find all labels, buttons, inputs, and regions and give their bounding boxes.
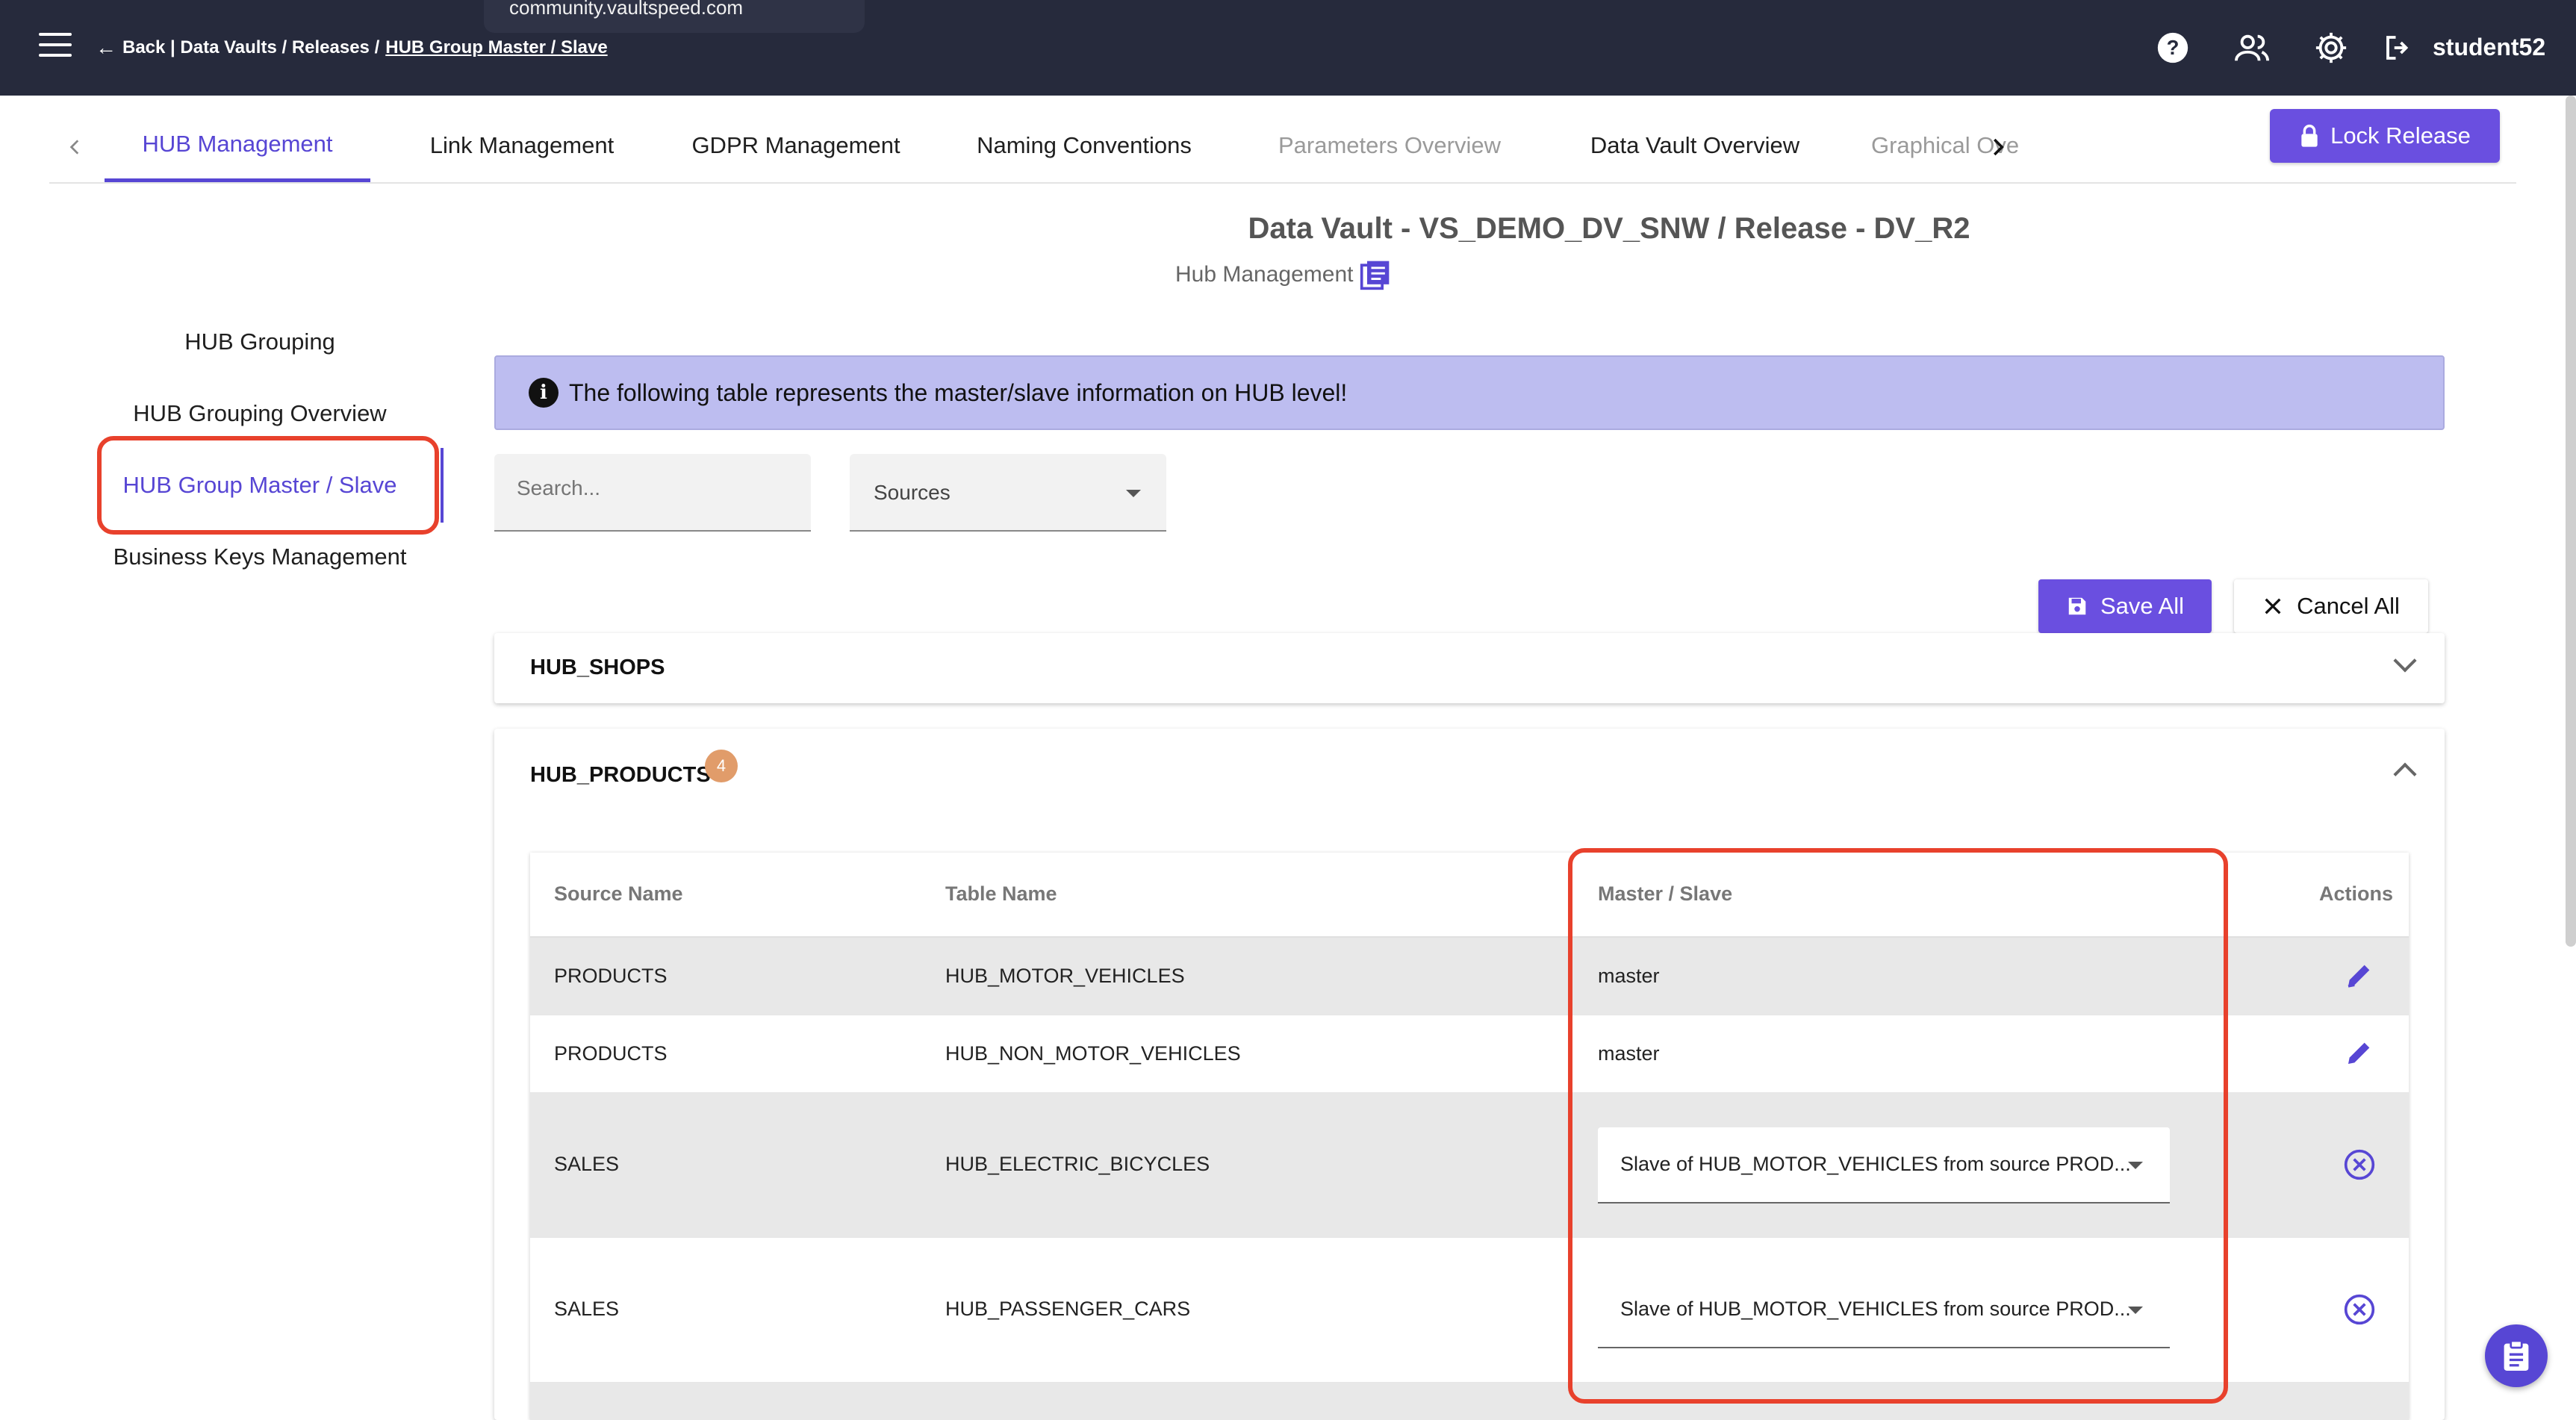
panel-hub-shops[interactable]: HUB_SHOPS bbox=[494, 633, 2445, 703]
page-subtitle: Hub Management bbox=[1175, 258, 1392, 291]
cancel-circle-icon[interactable] bbox=[2340, 1290, 2379, 1329]
tab-scroll-right-icon[interactable] bbox=[1979, 128, 2016, 166]
settings-icon[interactable] bbox=[2312, 28, 2351, 67]
lock-icon bbox=[2301, 124, 2318, 147]
page-title: Data Vault - VS_DEMO_DV_SNW / Release - … bbox=[1248, 212, 1970, 245]
chevron-down-icon[interactable] bbox=[2393, 649, 2417, 673]
caret-down-icon bbox=[2128, 1307, 2143, 1314]
save-icon bbox=[2068, 597, 2086, 615]
tab-naming-conventions[interactable]: Naming Conventions bbox=[942, 109, 1226, 182]
logout-icon[interactable] bbox=[2379, 28, 2418, 67]
help-icon[interactable]: ? bbox=[2153, 28, 2192, 67]
table-row: SALES HUB_PASSENGER_CARS Slave of HUB_MO… bbox=[530, 1238, 2409, 1383]
info-banner-text: The following table represents the maste… bbox=[569, 379, 1348, 406]
master-slave-select-value: Slave of HUB_MOTOR_VEHICLES from source … bbox=[1620, 1153, 2131, 1175]
save-all-label: Save All bbox=[2100, 593, 2184, 619]
top-bar: ← Back | Data Vaults / Releases / HUB Gr… bbox=[0, 0, 2576, 96]
cancel-all-label: Cancel All bbox=[2297, 593, 2400, 619]
cancel-circle-icon[interactable] bbox=[2340, 1145, 2379, 1184]
cell-master-slave: master bbox=[1598, 1042, 1660, 1065]
table-row: SALES HUB_ELECTRIC_BICYCLES Slave of HUB… bbox=[530, 1093, 2409, 1238]
breadcrumb-current[interactable]: HUB Group Master / Slave bbox=[385, 37, 607, 58]
master-slave-select-value: Slave of HUB_MOTOR_VEHICLES from source … bbox=[1620, 1298, 2131, 1320]
cell-table-name: HUB_PASSENGER_CARS bbox=[945, 1298, 1191, 1320]
tab-parameters-overview[interactable]: Parameters Overview bbox=[1238, 109, 1541, 182]
search-field bbox=[494, 454, 811, 532]
info-banner: i The following table represents the mas… bbox=[494, 355, 2445, 430]
column-header-table-name[interactable]: Table Name bbox=[945, 882, 1057, 906]
lock-release-label: Lock Release bbox=[2330, 122, 2471, 149]
cell-master-slave: master bbox=[1598, 965, 1660, 987]
edit-icon[interactable] bbox=[2340, 956, 2379, 994]
info-icon: i bbox=[529, 378, 559, 408]
side-nav-hub-grouping[interactable]: HUB Grouping bbox=[88, 328, 432, 355]
panel-title-hub-products[interactable]: HUB_PRODUCTS bbox=[530, 763, 711, 788]
lock-release-button[interactable]: Lock Release bbox=[2270, 109, 2500, 163]
table-row: PRODUCTS HUB_NON_MOTOR_VEHICLES master bbox=[530, 1015, 2409, 1093]
table-header: Source Name Table Name Master / Slave Ac… bbox=[530, 853, 2409, 938]
master-slave-select[interactable]: Slave of HUB_MOTOR_VEHICLES from source … bbox=[1598, 1127, 2170, 1203]
page-scrollbar[interactable] bbox=[2566, 96, 2576, 947]
username[interactable]: student52 bbox=[2433, 34, 2545, 61]
edit-icon[interactable] bbox=[2340, 1033, 2379, 1072]
breadcrumb-back-link[interactable]: Back | Data Vaults / Releases / bbox=[122, 37, 379, 58]
cell-table-name: HUB_MOTOR_VEHICLES bbox=[945, 965, 1185, 987]
tab-data-vault-overview[interactable]: Data Vault Overview bbox=[1558, 109, 1832, 182]
chevron-up-icon[interactable] bbox=[2393, 762, 2417, 786]
count-badge: 4 bbox=[705, 750, 738, 782]
column-header-actions: Actions bbox=[2319, 882, 2394, 905]
caret-down-icon bbox=[1126, 490, 1141, 497]
save-all-button[interactable]: Save All bbox=[2038, 579, 2212, 633]
tab-hub-management[interactable]: HUB Management bbox=[105, 109, 370, 182]
side-nav-business-keys-management[interactable]: Business Keys Management bbox=[88, 544, 432, 570]
search-input[interactable] bbox=[517, 476, 788, 500]
sources-select-label: Sources bbox=[874, 481, 951, 504]
panel-title-hub-shops: HUB_SHOPS bbox=[530, 655, 665, 679]
back-arrow-icon[interactable]: ← bbox=[96, 36, 116, 60]
master-slave-table: Source Name Table Name Master / Slave Ac… bbox=[530, 853, 2409, 1420]
url-tooltip: community.vaultspeed.com bbox=[484, 0, 865, 33]
cell-table-name: HUB_NON_MOTOR_VEHICLES bbox=[945, 1042, 1241, 1065]
users-icon[interactable] bbox=[2233, 28, 2271, 67]
menu-icon[interactable] bbox=[39, 33, 72, 63]
page-subtitle-text: Hub Management bbox=[1175, 262, 1354, 287]
table-row: PRODUCTS HUB_MOTOR_VEHICLES master bbox=[530, 938, 2409, 1015]
svg-text:?: ? bbox=[2167, 36, 2180, 59]
clipboard-icon bbox=[2504, 1339, 2529, 1371]
side-nav-hub-group-master-slave[interactable]: HUB Group Master / Slave bbox=[88, 472, 432, 499]
cell-source-name: SALES bbox=[554, 1153, 620, 1175]
cell-source-name: PRODUCTS bbox=[554, 965, 668, 987]
documentation-icon[interactable] bbox=[1359, 258, 1392, 291]
cell-source-name: SALES bbox=[554, 1298, 620, 1320]
cell-table-name: HUB_ELECTRIC_BICYCLES bbox=[945, 1153, 1210, 1175]
sources-select[interactable]: Sources bbox=[850, 454, 1166, 532]
side-nav-hub-grouping-overview[interactable]: HUB Grouping Overview bbox=[88, 400, 432, 427]
table-row bbox=[530, 1383, 2409, 1420]
clipboard-fab-button[interactable] bbox=[2485, 1324, 2548, 1387]
caret-down-icon bbox=[2128, 1162, 2143, 1169]
tab-bar: HUB Management Link Management GDPR Mana… bbox=[49, 109, 2516, 184]
tab-link-management[interactable]: Link Management bbox=[400, 109, 644, 182]
breadcrumb: ← Back | Data Vaults / Releases / HUB Gr… bbox=[96, 36, 608, 60]
cancel-all-button[interactable]: Cancel All bbox=[2234, 579, 2428, 633]
column-header-source-name[interactable]: Source Name bbox=[554, 882, 683, 906]
tab-gdpr-management[interactable]: GDPR Management bbox=[662, 109, 930, 182]
side-nav-active-indicator bbox=[441, 448, 444, 523]
cell-source-name: PRODUCTS bbox=[554, 1042, 668, 1065]
close-icon bbox=[2265, 598, 2281, 614]
master-slave-select[interactable]: Slave of HUB_MOTOR_VEHICLES from source … bbox=[1598, 1272, 2170, 1348]
column-header-master-slave[interactable]: Master / Slave bbox=[1598, 882, 1732, 906]
tab-scroll-left-icon[interactable] bbox=[57, 128, 94, 166]
